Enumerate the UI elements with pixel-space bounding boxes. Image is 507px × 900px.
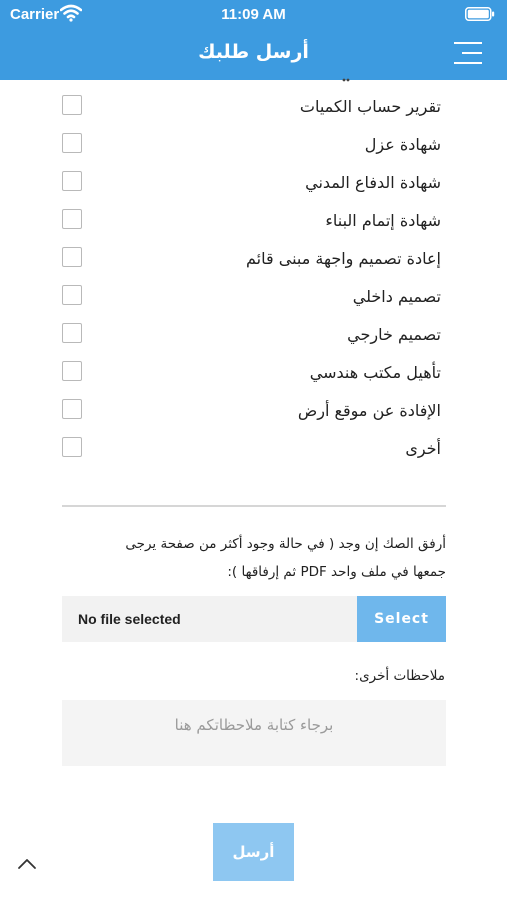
service-label: تصميم داخلي	[352, 287, 441, 306]
clock: 11:09 AM	[221, 6, 286, 23]
notes-input[interactable]	[62, 700, 446, 766]
service-label: تقرير حساب الكميات	[299, 97, 441, 116]
service-label: الإفادة عن موقع أرض	[297, 401, 441, 420]
service-label: شهادة الدفاع المدني	[305, 173, 441, 192]
service-row[interactable]: شهادة عزل	[0, 131, 507, 167]
service-row[interactable]: إعادة تصميم واجهة مبنى قائم	[0, 245, 507, 281]
service-label: تصميم خارجي	[347, 325, 441, 344]
service-row[interactable]: تصميم داخلي	[0, 283, 507, 319]
service-checkbox[interactable]	[62, 361, 82, 381]
service-checkbox[interactable]	[62, 95, 82, 115]
service-row[interactable]: شهادة الدفاع المدني	[0, 169, 507, 205]
service-checkbox[interactable]	[62, 323, 82, 343]
service-checkbox[interactable]	[62, 171, 82, 191]
notes-label: ملاحظات أخرى:	[354, 668, 445, 684]
service-checkbox[interactable]	[62, 209, 82, 229]
service-row[interactable]: تأهيل مكتب هندسي	[0, 359, 507, 395]
service-row[interactable]: شهادة إتمام البناء	[0, 207, 507, 243]
service-checkbox[interactable]	[62, 437, 82, 457]
service-row[interactable]: أخرى	[0, 435, 507, 471]
service-label: شهادة إتمام البناء	[325, 211, 441, 230]
section-divider	[62, 505, 446, 507]
service-row[interactable]: تصميم خارجي	[0, 321, 507, 357]
file-picker: No file selected Select	[62, 596, 446, 642]
service-label: أخرى	[405, 439, 441, 458]
page-title: أرسل طلبك	[198, 41, 309, 63]
scrolled-off-row-fragment	[342, 78, 350, 82]
hamburger-menu-icon[interactable]	[453, 40, 483, 66]
service-label: إعادة تصميم واجهة مبنى قائم	[246, 249, 441, 268]
send-button[interactable]: أرسل	[213, 823, 294, 881]
attachment-instructions: أرفق الصك إن وجد ( في حالة وجود أكثر من …	[62, 530, 446, 586]
file-status: No file selected	[78, 611, 181, 627]
attachment-instruction-line: جمعها في ملف واحد PDF ثم إرفاقها ):	[227, 564, 446, 580]
select-file-button[interactable]: Select	[357, 596, 446, 642]
service-row[interactable]: الإفادة عن موقع أرض	[0, 397, 507, 433]
battery-icon	[465, 7, 495, 21]
service-label: تأهيل مكتب هندسي	[309, 363, 441, 382]
status-bar: Carrier 11:09 AM	[0, 0, 507, 28]
service-label: شهادة عزل	[364, 135, 441, 154]
chevron-up-icon[interactable]	[16, 856, 38, 872]
attachment-instruction-line: أرفق الصك إن وجد ( في حالة وجود أكثر من …	[125, 536, 446, 552]
service-checkbox[interactable]	[62, 133, 82, 153]
app-header: Carrier 11:09 AM أرسل طلبك	[0, 0, 507, 80]
service-checkbox[interactable]	[62, 399, 82, 419]
service-row[interactable]: تقرير حساب الكميات	[0, 93, 507, 129]
service-checkbox[interactable]	[62, 285, 82, 305]
service-checkbox[interactable]	[62, 247, 82, 267]
